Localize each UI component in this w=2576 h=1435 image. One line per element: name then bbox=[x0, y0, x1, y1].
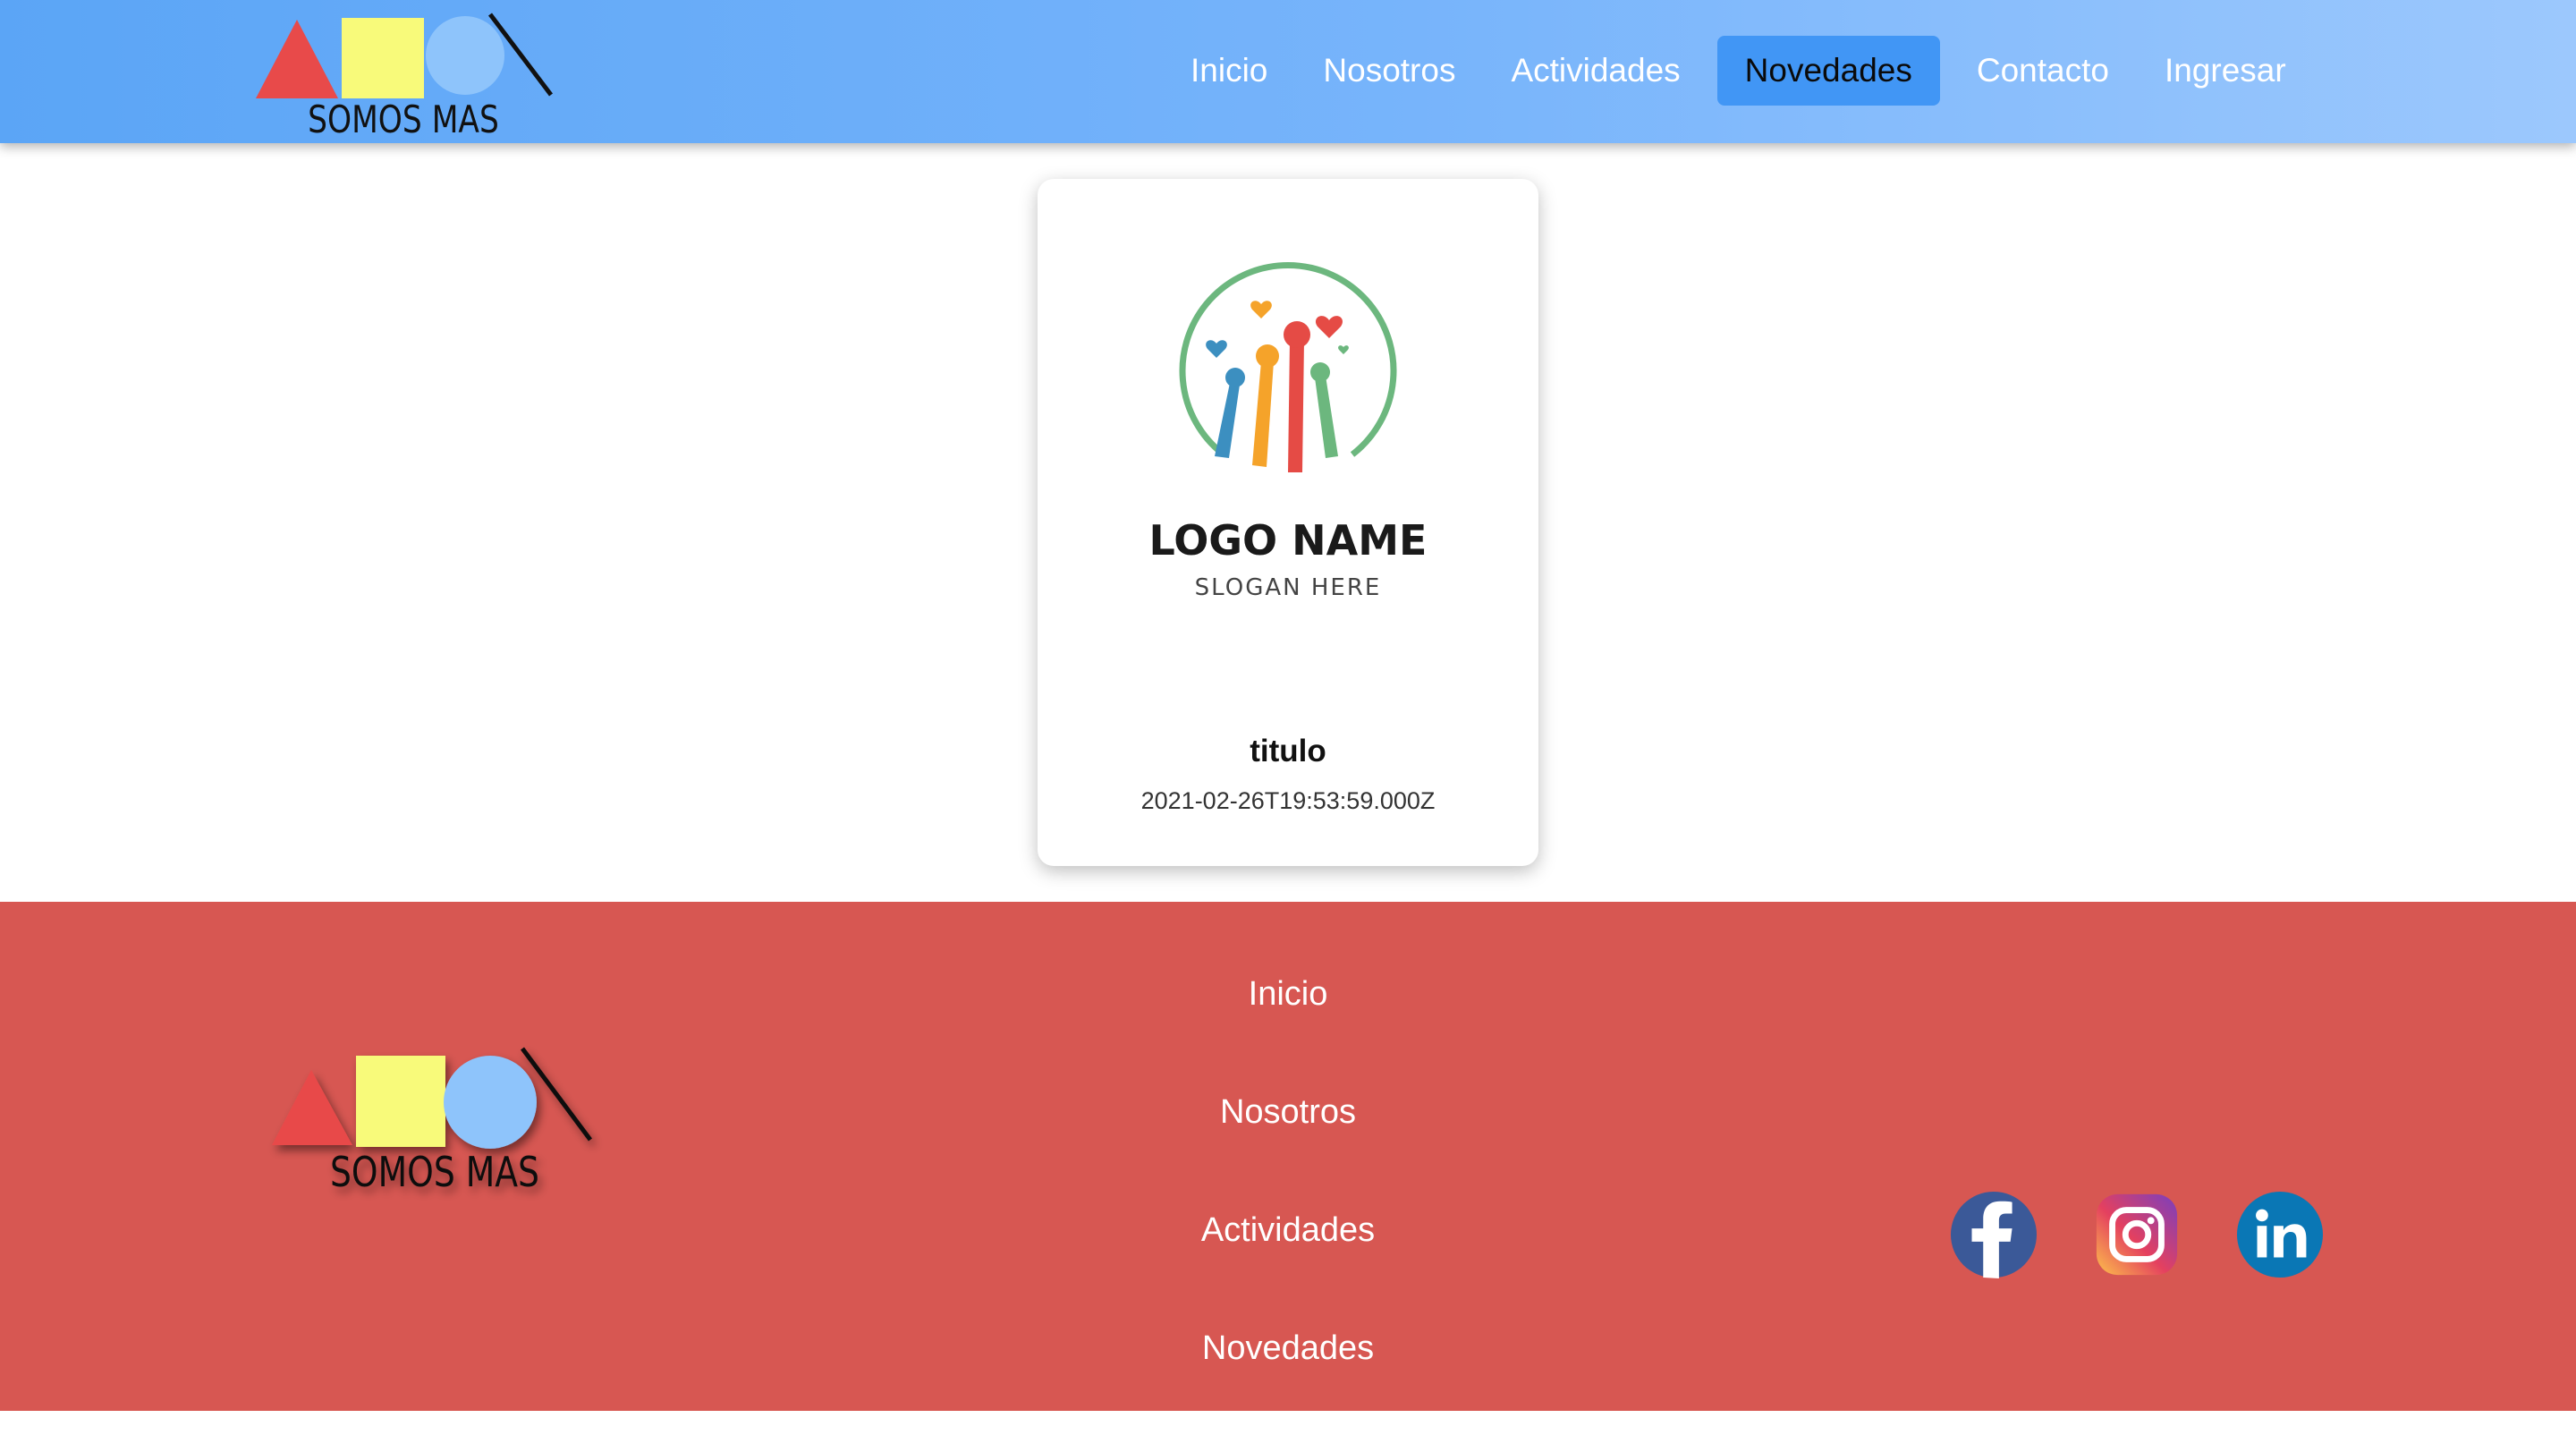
footer-logo-triangle bbox=[272, 1070, 352, 1145]
news-card-image: LOGO NAME SLOGAN HERE bbox=[1149, 262, 1428, 601]
heart-green-icon bbox=[1338, 345, 1349, 354]
logo-ring bbox=[1179, 262, 1397, 457]
footer-logo-square bbox=[356, 1056, 445, 1147]
linkedin-icon[interactable] bbox=[2236, 1191, 2324, 1278]
hand-red-palm bbox=[1284, 321, 1310, 348]
news-card-title: titulo bbox=[1250, 734, 1326, 768]
social-links bbox=[1950, 1191, 2324, 1278]
news-card[interactable]: LOGO NAME SLOGAN HERE titulo 2021-02-26T… bbox=[1038, 179, 1538, 866]
site-header: SOMOS MAS Inicio Nosotros Actividades No… bbox=[0, 0, 2576, 143]
footer-logo-text: SOMOS MAS bbox=[330, 1148, 539, 1196]
nav-novedades[interactable]: Novedades bbox=[1716, 36, 1940, 106]
instagram-icon[interactable] bbox=[2093, 1191, 2181, 1278]
heart-blue-icon bbox=[1206, 340, 1227, 358]
somos-mas-logo[interactable]: SOMOS MAS bbox=[256, 9, 560, 139]
hand-green-palm bbox=[1310, 362, 1330, 382]
hand-green bbox=[1315, 376, 1338, 458]
hand-red bbox=[1288, 340, 1304, 472]
nav-nosotros[interactable]: Nosotros bbox=[1295, 36, 1483, 106]
footer-logo-circle bbox=[444, 1056, 537, 1149]
news-card-date: 2021-02-26T19:53:59.000Z bbox=[1140, 787, 1436, 814]
site-footer: SOMOS MAS Inicio Nosotros Actividades No… bbox=[0, 902, 2576, 1411]
logo-slogan-text: SLOGAN HERE bbox=[1195, 574, 1382, 601]
hand-blue bbox=[1215, 383, 1240, 458]
footer-link-actividades[interactable]: Actividades bbox=[1109, 1199, 1467, 1317]
nav-ingresar[interactable]: Ingresar bbox=[2137, 36, 2314, 106]
footer-link-inicio[interactable]: Inicio bbox=[1109, 963, 1467, 1081]
heart-orange-icon bbox=[1250, 301, 1272, 318]
hand-orange bbox=[1252, 361, 1274, 467]
footer-link-novedades[interactable]: Novedades bbox=[1109, 1317, 1467, 1435]
logo-triangle bbox=[256, 20, 338, 98]
logo-square bbox=[342, 18, 424, 98]
logo-text: SOMOS MAS bbox=[308, 98, 499, 139]
main-nav: Inicio Nosotros Actividades Novedades Co… bbox=[1163, 36, 2314, 106]
footer-link-nosotros[interactable]: Nosotros bbox=[1109, 1081, 1467, 1199]
nav-actividades[interactable]: Actividades bbox=[1483, 36, 1707, 106]
hand-orange-palm bbox=[1256, 344, 1279, 368]
footer-nav: Inicio Nosotros Actividades Novedades bbox=[1109, 963, 1467, 1435]
footer-somos-mas-logo[interactable]: SOMOS MAS bbox=[265, 1045, 605, 1215]
logo-name-text: LOGO NAME bbox=[1149, 516, 1428, 565]
logo-circle bbox=[426, 16, 504, 95]
nav-contacto[interactable]: Contacto bbox=[1949, 36, 2137, 106]
facebook-icon[interactable] bbox=[1950, 1191, 2038, 1278]
hand-blue-palm bbox=[1225, 368, 1245, 387]
nav-inicio[interactable]: Inicio bbox=[1163, 36, 1295, 106]
heart-red-icon bbox=[1315, 316, 1343, 338]
